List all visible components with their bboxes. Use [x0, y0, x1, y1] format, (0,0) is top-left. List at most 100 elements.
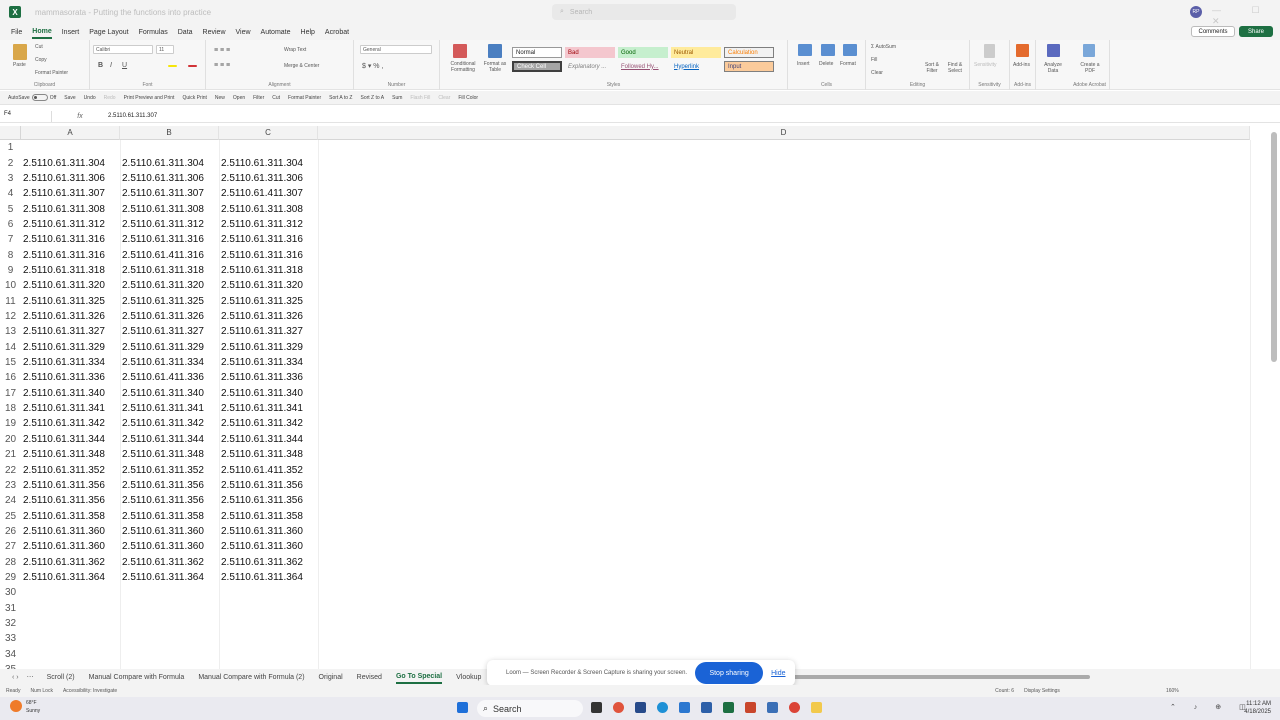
insert-cells-icon[interactable] [798, 44, 812, 56]
vertical-scrollbar[interactable] [1271, 132, 1277, 362]
analyze-data-button[interactable]: Analyze Data [1041, 62, 1065, 74]
sheet-tab[interactable]: Vlookup [456, 672, 481, 683]
qat-sort-z-a[interactable]: Sort Z to A [360, 95, 384, 101]
qat-sum[interactable]: Sum [392, 95, 402, 101]
row-header[interactable]: 25 [0, 508, 21, 524]
tab-file[interactable]: File [11, 27, 22, 38]
cell[interactable]: 2.5110.61.411.336 [120, 370, 219, 385]
cell[interactable]: 2.5110.61.311.316 [219, 232, 318, 247]
cell[interactable]: 2.5110.61.311.344 [219, 432, 318, 447]
cell[interactable]: 2.5110.61.311.318 [120, 263, 219, 278]
row-header[interactable]: 34 [0, 646, 21, 662]
cell[interactable]: 2.5110.61.311.306 [120, 171, 219, 186]
cell[interactable]: 2.5110.61.311.316 [219, 247, 318, 262]
row-header[interactable]: 33 [0, 631, 21, 647]
status-accessibility[interactable]: Accessibility: Investigate [63, 688, 117, 694]
cell[interactable]: 2.5110.61.311.362 [120, 554, 219, 569]
find-select-button[interactable]: Find & Select [944, 62, 966, 74]
row-header[interactable]: 21 [0, 447, 21, 463]
qat-save[interactable]: Save [64, 95, 75, 101]
row-header[interactable]: 28 [0, 554, 21, 570]
align-left-icon[interactable]: ≡ ≡ ≡ [214, 62, 230, 69]
taskbar-clock[interactable]: 11:12 AM 4/18/2025 [1236, 700, 1271, 716]
cell[interactable]: 2.5110.61.311.341 [219, 401, 318, 416]
format-as-table-button[interactable]: Format as Table [480, 61, 510, 73]
cell[interactable]: 2.5110.61.311.308 [120, 201, 219, 216]
cell[interactable]: 2.5110.61.411.352 [219, 462, 318, 477]
qat-cut[interactable]: Cut [272, 95, 280, 101]
style-explanatory[interactable]: Explanatory ... [565, 61, 615, 72]
currency-icon[interactable]: $ ▾ % , [362, 62, 383, 70]
tab-nav-more-icon[interactable]: ⋯ [27, 673, 34, 681]
add-ins-icon[interactable] [1016, 44, 1029, 57]
font-name-select[interactable]: Calibri [93, 45, 153, 54]
edge-icon[interactable] [657, 702, 668, 713]
tab-insert[interactable]: Insert [62, 27, 80, 38]
tab-acrobat[interactable]: Acrobat [325, 27, 349, 38]
row-header[interactable]: 16 [0, 370, 21, 386]
cell[interactable]: 2.5110.61.311.342 [21, 416, 120, 431]
qat-print-preview[interactable]: Print Preview and Print [124, 95, 175, 101]
cell[interactable]: 2.5110.61.311.360 [120, 524, 219, 539]
cell[interactable]: 2.5110.61.311.329 [120, 340, 219, 355]
cell[interactable]: 2.5110.61.311.306 [219, 171, 318, 186]
style-followed-hyperlink[interactable]: Followed Hy... [618, 61, 668, 72]
spreadsheet-grid[interactable]: A B C D 1 2 2.5110.61.311.304 2.5110.61.311… [0, 126, 1280, 669]
cell[interactable]: 2.5110.61.311.307 [21, 186, 120, 201]
explorer-icon[interactable] [635, 702, 646, 713]
cell[interactable]: 2.5110.61.311.341 [120, 401, 219, 416]
row-header[interactable]: 13 [0, 324, 21, 340]
align-top-icon[interactable]: ≡ ≡ ≡ [214, 47, 230, 54]
row-header[interactable]: 11 [0, 293, 21, 309]
cell[interactable]: 2.5110.61.311.340 [219, 386, 318, 401]
row-header[interactable]: 18 [0, 400, 21, 417]
row-header[interactable]: 1 [0, 140, 21, 156]
cell[interactable]: 2.5110.61.311.352 [120, 462, 219, 477]
style-normal[interactable]: Normal [512, 47, 562, 58]
powerpoint-icon[interactable] [745, 702, 756, 713]
stop-sharing-button[interactable]: Stop sharing [695, 662, 764, 684]
task-view-icon[interactable] [591, 702, 602, 713]
cell[interactable]: 2.5110.61.311.327 [219, 324, 318, 339]
cell[interactable]: 2.5110.61.311.327 [21, 324, 120, 339]
conditional-formatting-button[interactable]: Conditional Formatting [443, 61, 483, 73]
cell[interactable]: 2.5110.61.311.327 [120, 324, 219, 339]
cell[interactable]: 2.5110.61.311.341 [21, 401, 120, 416]
cell[interactable]: 2.5110.61.311.362 [21, 554, 120, 569]
add-ins-button[interactable]: Add-ins [1013, 62, 1030, 68]
cell[interactable]: 2.5110.61.311.325 [21, 294, 120, 309]
tab-home[interactable]: Home [32, 26, 52, 39]
row-header[interactable]: 19 [0, 416, 21, 432]
cell[interactable]: 2.5110.61.311.356 [219, 493, 318, 508]
select-all-corner[interactable] [0, 126, 21, 140]
windows-start-icon[interactable] [457, 702, 468, 713]
cell[interactable]: 2.5110.61.311.344 [21, 432, 120, 447]
format-cells-icon[interactable] [843, 44, 857, 56]
row-header[interactable]: 23 [0, 477, 21, 494]
cell[interactable]: 2.5110.61.411.316 [120, 247, 219, 262]
format-cells-button[interactable]: Format [840, 61, 856, 67]
row-header[interactable]: 5 [0, 201, 21, 217]
italic-button[interactable]: I [110, 62, 112, 69]
cell[interactable]: 2.5110.61.311.364 [21, 570, 120, 585]
cell[interactable]: 2.5110.61.311.358 [120, 508, 219, 523]
cell[interactable]: 2.5110.61.311.304 [219, 155, 318, 170]
avatar[interactable]: RP [1190, 6, 1202, 18]
tab-review[interactable]: Review [203, 27, 226, 38]
sheet-tab-active[interactable]: Go To Special [395, 671, 443, 684]
cell[interactable]: 2.5110.61.311.356 [120, 493, 219, 508]
row-header[interactable]: 20 [0, 431, 21, 447]
hide-link[interactable]: Hide [771, 670, 785, 677]
cell[interactable]: 2.5110.61.311.320 [120, 278, 219, 293]
qat-open[interactable]: Open [233, 95, 245, 101]
merge-center-button[interactable]: Merge & Center [284, 63, 319, 69]
cell[interactable]: 2.5110.61.311.364 [219, 570, 318, 585]
row-header[interactable]: 24 [0, 493, 21, 509]
row-header[interactable]: 12 [0, 308, 21, 325]
cell[interactable]: 2.5110.61.311.334 [21, 355, 120, 370]
taskbar-search[interactable]: ⌕ Search [477, 700, 583, 717]
cell[interactable]: 2.5110.61.311.358 [219, 508, 318, 523]
row-header[interactable]: 7 [0, 232, 21, 248]
column-header-d[interactable]: D [318, 126, 1250, 140]
row-header[interactable]: 30 [0, 585, 21, 601]
